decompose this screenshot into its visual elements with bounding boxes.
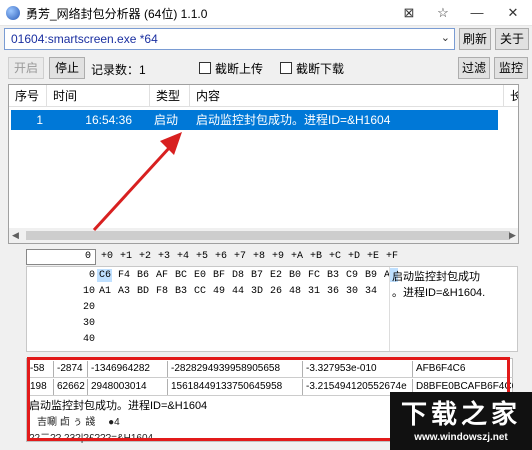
table-row: -58 -2874 -1346964282 -28282949399589056… — [27, 361, 513, 378]
watermark: 下载之家 www.windowszj.net — [390, 392, 532, 450]
int8-value: -58 — [27, 361, 54, 377]
hex-offset: 10 — [82, 286, 95, 297]
hex-view[interactable]: 0 C6 F4 B6 AF BC E0 BF D8 B7 E2 B0 FC B3… — [26, 266, 518, 352]
hex-column-header: +0 +1 +2 +3 +4 +5 +6 +7 +8 +9 +A +B +C +… — [101, 251, 399, 262]
hex-offset: 20 — [82, 302, 95, 313]
watermark-url: www.windowszj.net — [414, 432, 508, 443]
hex-bytes: A1 A3 BD F8 B3 CC 49 44 3D 26 48 31 36 3… — [99, 286, 378, 297]
hex-offset: 0 — [88, 270, 95, 281]
uint8-value: 198 — [27, 379, 54, 395]
hex-offset: 30 — [82, 318, 95, 329]
decoded-text: 启动监控封包成功。进程ID=&H1604 — [29, 400, 208, 412]
int16-value: -2874 — [54, 361, 88, 377]
garbled-text: ?2二??.23?|?£???=&H1604 — [29, 433, 154, 444]
uint16-value: 62662 — [54, 379, 88, 395]
float-value: -3.327953e-010 — [303, 361, 413, 377]
hex-text-line: 启动监控封包成功 — [392, 271, 480, 283]
offset-input[interactable]: 0 — [26, 249, 96, 265]
int64-value: -2828294939958905658 — [168, 361, 303, 377]
hex32-value: AFB6F4C6 — [416, 363, 466, 374]
hex-text-line: 。进程ID=&H1604. — [392, 287, 486, 299]
hex-offset: 40 — [82, 334, 95, 345]
garbled-text: 吉唰 卣 ぅ 諓 ●4 — [37, 417, 120, 428]
int32-value: -1346964282 — [88, 361, 168, 377]
watermark-title: 下载之家 — [400, 399, 521, 429]
hex-text-column: 启动监控封包成功 。进程ID=&H1604. — [389, 267, 517, 351]
uint64-value: 15618449133750645958 — [168, 379, 303, 395]
hex-bytes: C6 F4 B6 AF BC E0 BF D8 B7 E2 B0 FC B3 C… — [99, 270, 397, 281]
uint32-value: 2948003014 — [88, 379, 168, 395]
